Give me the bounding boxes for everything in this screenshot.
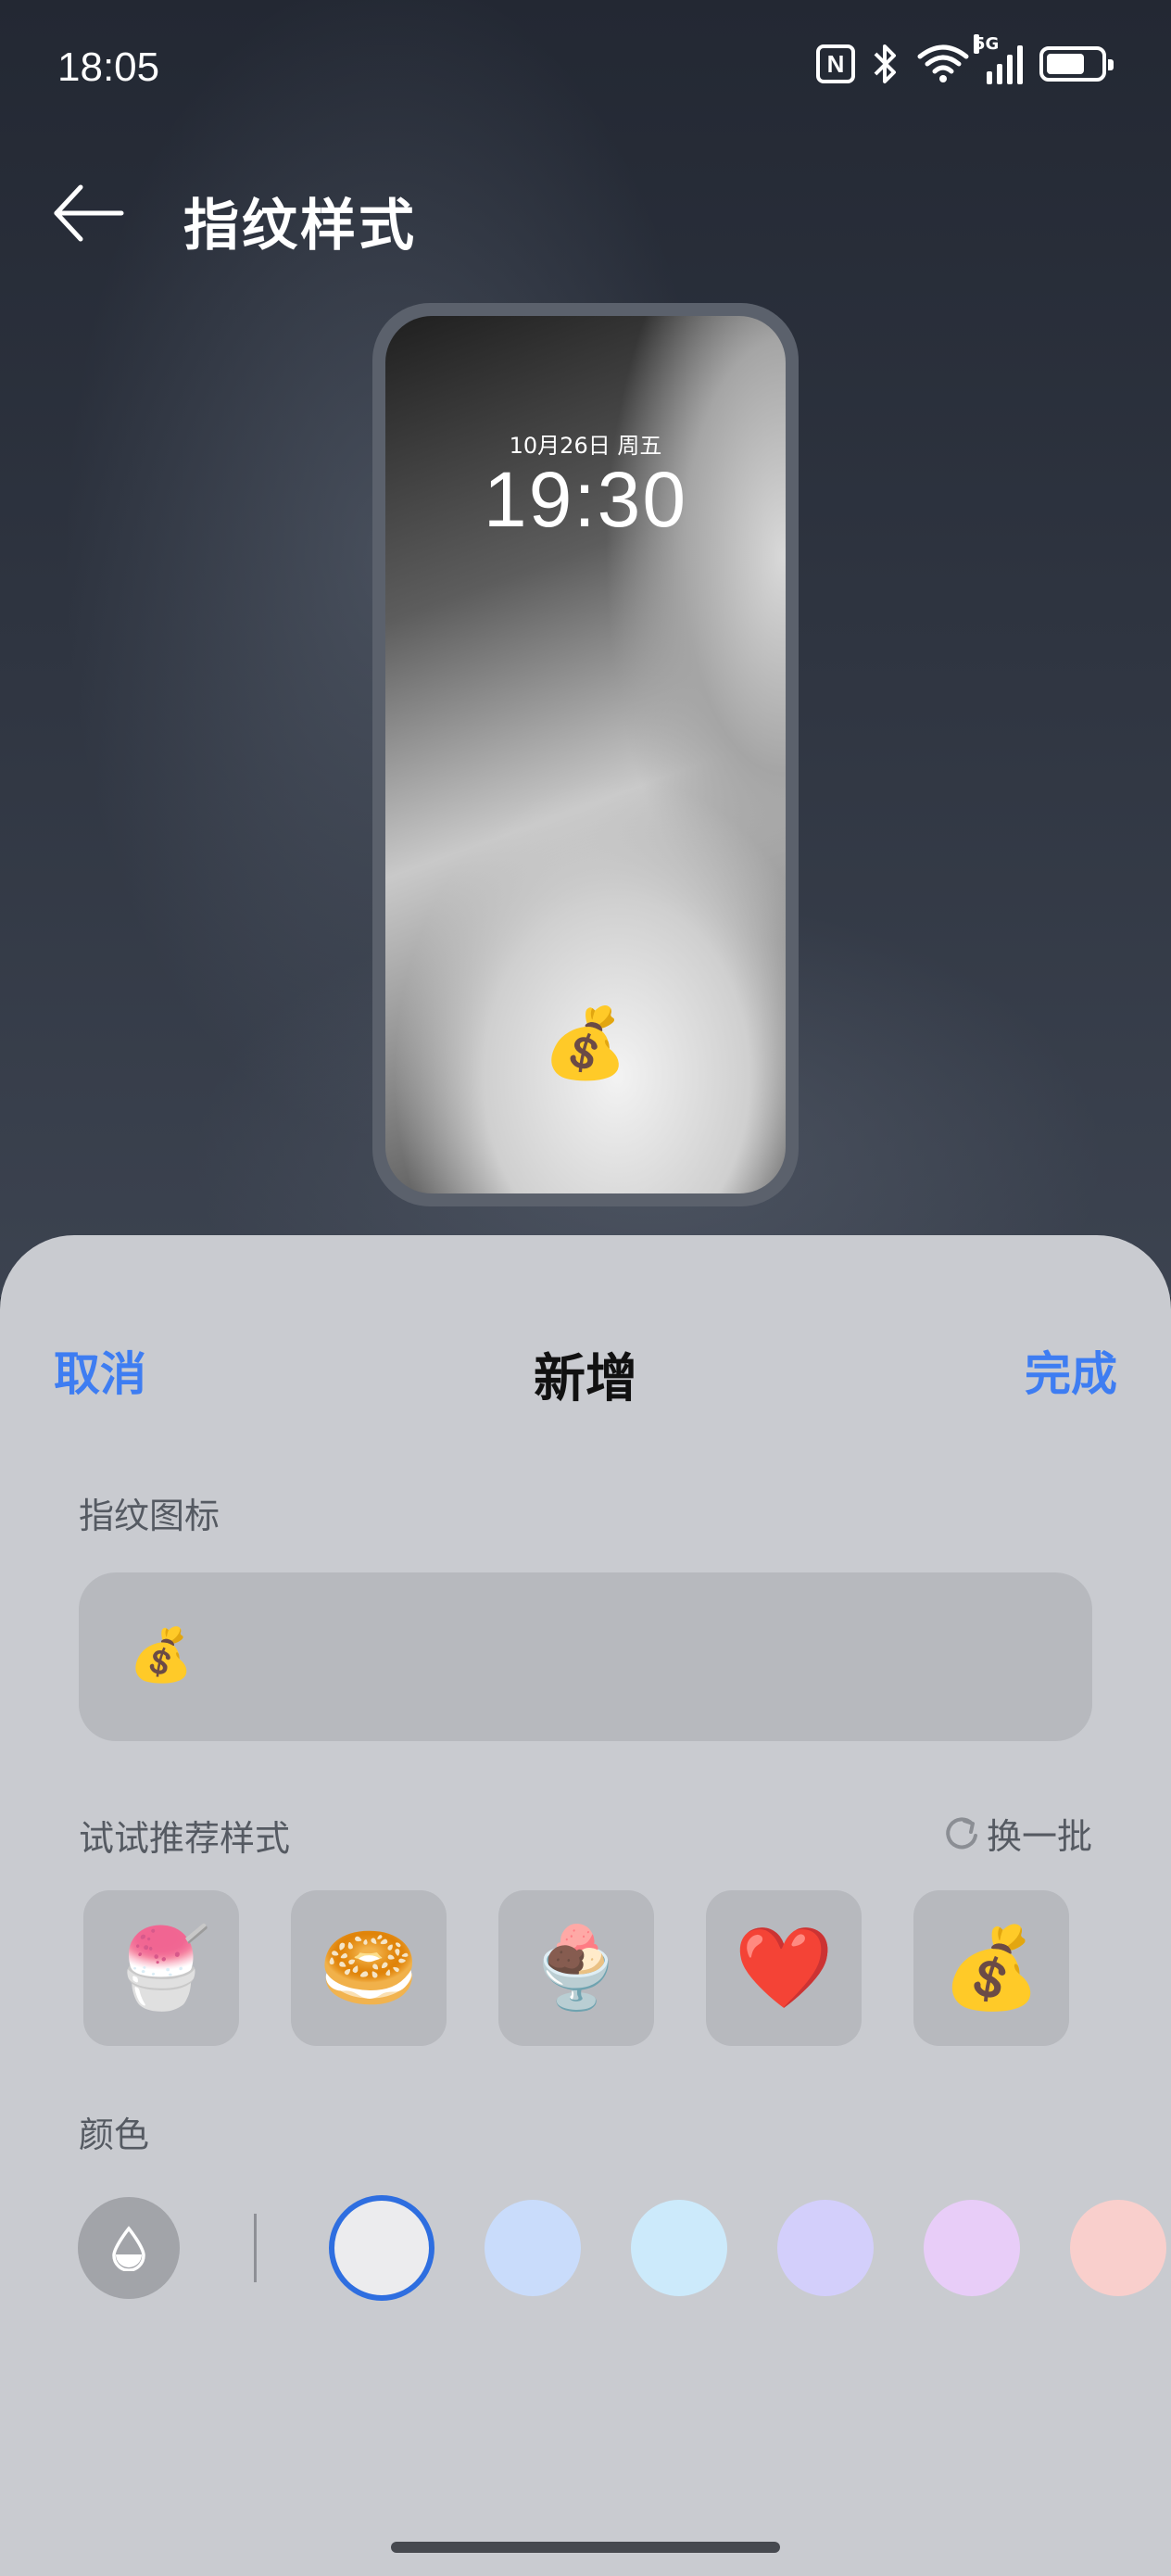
droplet-icon	[112, 2226, 145, 2271]
color-picker	[78, 2195, 1171, 2301]
suggestion-bagel[interactable]: 🥯	[291, 1890, 447, 2046]
network-type-label: 5G	[974, 34, 1000, 54]
status-bar: 18:05 N 5G	[0, 0, 1171, 139]
preview-fingerprint-icon: 💰	[542, 1004, 629, 1083]
custom-color-button[interactable]	[78, 2197, 180, 2299]
arrow-left-icon	[54, 184, 124, 242]
suggest-section-label: 试试推荐样式	[79, 1818, 291, 1859]
new-style-sheet: 新增 取消 完成 指纹图标 💰 试试推荐样式 换一批 🍧 🥯 🍨 ❤️ 💰 颜色	[0, 1235, 1171, 2576]
wifi-icon	[917, 44, 969, 82]
back-button[interactable]	[51, 176, 134, 250]
preview-time: 19:30	[483, 456, 688, 543]
color-swatch-0[interactable]	[329, 2195, 434, 2301]
refresh-label: 换一批	[986, 1816, 1092, 1857]
preview-screen: 10月26日 周五 19:30 💰	[385, 316, 786, 1193]
nfc-icon: N	[816, 44, 855, 83]
suggestion-heart[interactable]: ❤️	[706, 1890, 862, 2046]
done-button[interactable]: 完成	[1025, 1337, 1117, 1404]
cellular-signal-icon: 5G	[974, 34, 1023, 84]
refresh-suggestions-button[interactable]: 换一批	[944, 1808, 1092, 1859]
suggestion-list: 🍧 🥯 🍨 ❤️ 💰	[83, 1890, 1069, 2046]
color-section-label: 颜色	[79, 2115, 150, 2155]
icon-input-value: 💰	[129, 1625, 194, 1686]
refresh-icon	[946, 1816, 977, 1849]
color-swatch-3[interactable]	[777, 2200, 874, 2296]
color-swatches	[329, 2195, 1171, 2301]
battery-icon	[1039, 46, 1114, 82]
battery-level-fill	[1047, 54, 1084, 74]
color-swatch-2[interactable]	[631, 2200, 727, 2296]
app-header: 指纹样式	[0, 167, 1171, 259]
color-swatch-4[interactable]	[924, 2200, 1020, 2296]
sheet-title: 新增	[534, 1349, 637, 1409]
home-indicator[interactable]	[391, 2542, 780, 2553]
status-time: 18:05	[57, 44, 160, 90]
color-divider	[254, 2214, 257, 2282]
color-swatch-5[interactable]	[1070, 2200, 1166, 2296]
page-title: 指纹样式	[183, 194, 417, 259]
icon-section-label: 指纹图标	[79, 1496, 220, 1536]
bluetooth-icon	[874, 44, 896, 83]
suggestion-ice-cream[interactable]: 🍨	[498, 1890, 654, 2046]
lockscreen-preview: 10月26日 周五 19:30 💰	[372, 303, 799, 1206]
fingerprint-icon-input[interactable]: 💰	[79, 1572, 1092, 1741]
cancel-button[interactable]: 取消	[54, 1337, 146, 1404]
status-icons: N 5G	[816, 34, 1114, 85]
suggestion-money-bag[interactable]: 💰	[913, 1890, 1069, 2046]
suggestion-shaved-ice[interactable]: 🍧	[83, 1890, 239, 2046]
color-swatch-1[interactable]	[485, 2200, 581, 2296]
